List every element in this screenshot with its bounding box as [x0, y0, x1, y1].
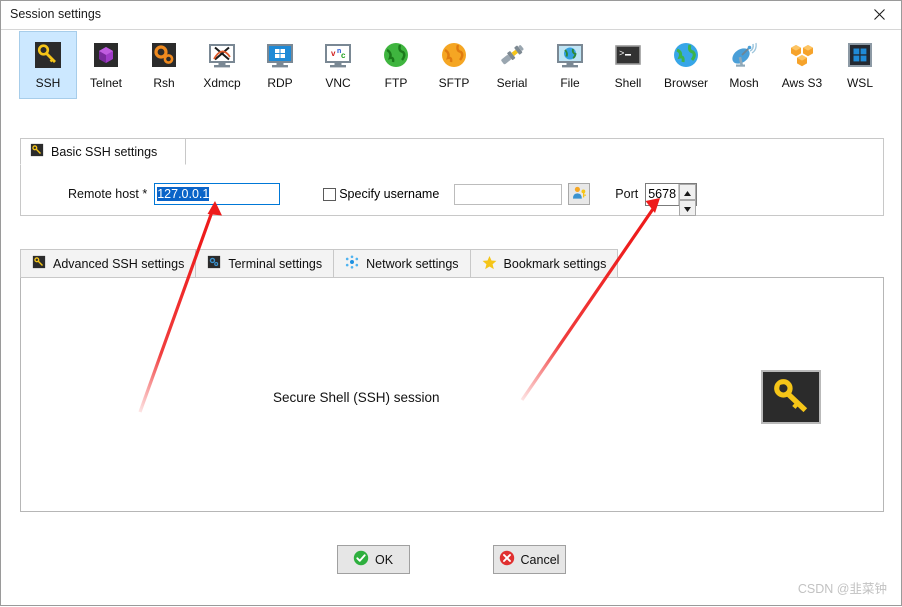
monitor-x-icon	[206, 39, 238, 71]
green-globe-icon	[380, 39, 412, 71]
aws-cubes-icon	[786, 39, 818, 71]
session-type-label: Serial	[497, 77, 528, 90]
spin-up-icon	[684, 185, 691, 199]
session-type-shell[interactable]: > Shell	[599, 31, 657, 99]
ok-button[interactable]: OK	[337, 545, 410, 574]
star-icon	[482, 255, 497, 273]
user-key-icon	[571, 185, 587, 204]
session-type-label: SFTP	[439, 77, 470, 90]
session-type-label: Browser	[664, 77, 708, 90]
key-icon	[30, 143, 44, 160]
monitor-globe-icon	[554, 39, 586, 71]
port-spinner[interactable]	[645, 183, 697, 206]
session-type-sftp[interactable]: SFTP	[425, 31, 483, 99]
key-icon	[32, 39, 64, 71]
close-button[interactable]	[857, 1, 901, 28]
ok-button-label: OK	[375, 553, 393, 567]
session-type-telnet[interactable]: Telnet	[77, 31, 135, 99]
terminal-icon: >	[612, 39, 644, 71]
specify-username-label: Specify username	[339, 187, 439, 201]
tab-bookmark-settings[interactable]: Bookmark settings	[470, 249, 619, 278]
tab-label: Advanced SSH settings	[53, 257, 184, 271]
tab-basic-ssh-settings[interactable]: Basic SSH settings	[20, 138, 186, 165]
session-type-browser[interactable]: Browser	[657, 31, 715, 99]
username-input[interactable]	[454, 184, 562, 205]
session-type-label: File	[560, 77, 579, 90]
session-settings-dialog: Session settings SSH	[0, 0, 902, 606]
session-type-label: Telnet	[90, 77, 122, 90]
session-type-label: Rsh	[153, 77, 174, 90]
dialog-footer: OK Cancel	[1, 545, 901, 585]
window-title: Session settings	[10, 7, 101, 21]
session-type-label: FTP	[385, 77, 408, 90]
session-type-file[interactable]: File	[541, 31, 599, 99]
session-type-ssh[interactable]: SSH	[19, 31, 77, 99]
session-type-label: Xdmcp	[203, 77, 240, 90]
settings-tab-strip: Advanced SSH settings Terminal settings	[20, 249, 618, 278]
session-type-wsl[interactable]: WSL	[831, 31, 889, 99]
blue-globe-icon	[670, 39, 702, 71]
windows-logo-icon	[844, 39, 876, 71]
session-type-label: VNC	[325, 77, 350, 90]
session-type-label: RDP	[267, 77, 292, 90]
orange-globe-icon	[438, 39, 470, 71]
watermark: CSDN @韭菜钟	[798, 578, 887, 597]
port-decrement-button[interactable]	[679, 200, 696, 216]
tab-network-settings[interactable]: Network settings	[333, 249, 469, 278]
tab-label: Bookmark settings	[504, 257, 607, 271]
close-icon	[873, 8, 886, 21]
tab-terminal-settings[interactable]: Terminal settings	[195, 249, 333, 278]
session-type-toolbar: SSH Telnet Rsh	[1, 31, 901, 111]
port-input[interactable]	[646, 184, 678, 205]
session-type-vnc[interactable]: v n c VNC	[309, 31, 367, 99]
svg-text:v: v	[331, 49, 336, 58]
svg-text:>: >	[619, 49, 624, 59]
green-check-icon	[353, 550, 369, 569]
specify-username-checkbox[interactable]	[323, 188, 336, 201]
session-content-panel: Secure Shell (SSH) session	[20, 277, 884, 512]
session-type-label: Shell	[615, 77, 642, 90]
monitor-vnc-icon: v n c	[322, 39, 354, 71]
satellite-dish-icon	[728, 39, 760, 71]
orange-gears-icon	[148, 39, 180, 71]
serial-plug-icon	[496, 39, 528, 71]
user-picker-button[interactable]	[568, 183, 590, 205]
cancel-button[interactable]: Cancel	[493, 545, 566, 574]
session-type-rdp[interactable]: RDP	[251, 31, 309, 99]
svg-text:c: c	[341, 51, 346, 60]
session-type-label: WSL	[847, 77, 873, 90]
title-bar: Session settings	[1, 1, 901, 30]
spin-down-icon	[684, 201, 691, 215]
port-increment-button[interactable]	[679, 184, 696, 200]
session-description: Secure Shell (SSH) session	[273, 390, 440, 405]
key-icon	[32, 255, 46, 272]
session-type-label: Aws S3	[782, 77, 822, 90]
network-dots-icon	[345, 255, 359, 272]
tab-advanced-ssh-settings[interactable]: Advanced SSH settings	[20, 249, 195, 278]
session-type-serial[interactable]: Serial	[483, 31, 541, 99]
red-x-icon	[499, 550, 515, 569]
remote-host-label: Remote host *	[68, 187, 147, 201]
tab-label: Basic SSH settings	[51, 145, 157, 159]
session-type-label: SSH	[36, 77, 61, 90]
basic-settings-form: Remote host * Specify username Port	[20, 181, 884, 207]
tab-label: Network settings	[366, 257, 458, 271]
session-type-label: Mosh	[729, 77, 758, 90]
session-type-ftp[interactable]: FTP	[367, 31, 425, 99]
session-type-awss3[interactable]: Aws S3	[773, 31, 831, 99]
specify-username-checkbox-group[interactable]: Specify username	[323, 187, 439, 201]
session-type-mosh[interactable]: Mosh	[715, 31, 773, 99]
tab-label: Terminal settings	[228, 257, 322, 271]
blue-gears-icon	[207, 255, 221, 272]
session-type-preview-icon	[761, 370, 821, 424]
port-spin-buttons	[678, 184, 696, 205]
session-type-rsh[interactable]: Rsh	[135, 31, 193, 99]
remote-host-input[interactable]	[154, 183, 280, 205]
purple-cube-icon	[90, 39, 122, 71]
cancel-button-label: Cancel	[521, 553, 560, 567]
session-type-xdmcp[interactable]: Xdmcp	[193, 31, 251, 99]
monitor-windows-icon	[264, 39, 296, 71]
key-icon	[770, 376, 812, 419]
port-label: Port	[615, 187, 638, 201]
